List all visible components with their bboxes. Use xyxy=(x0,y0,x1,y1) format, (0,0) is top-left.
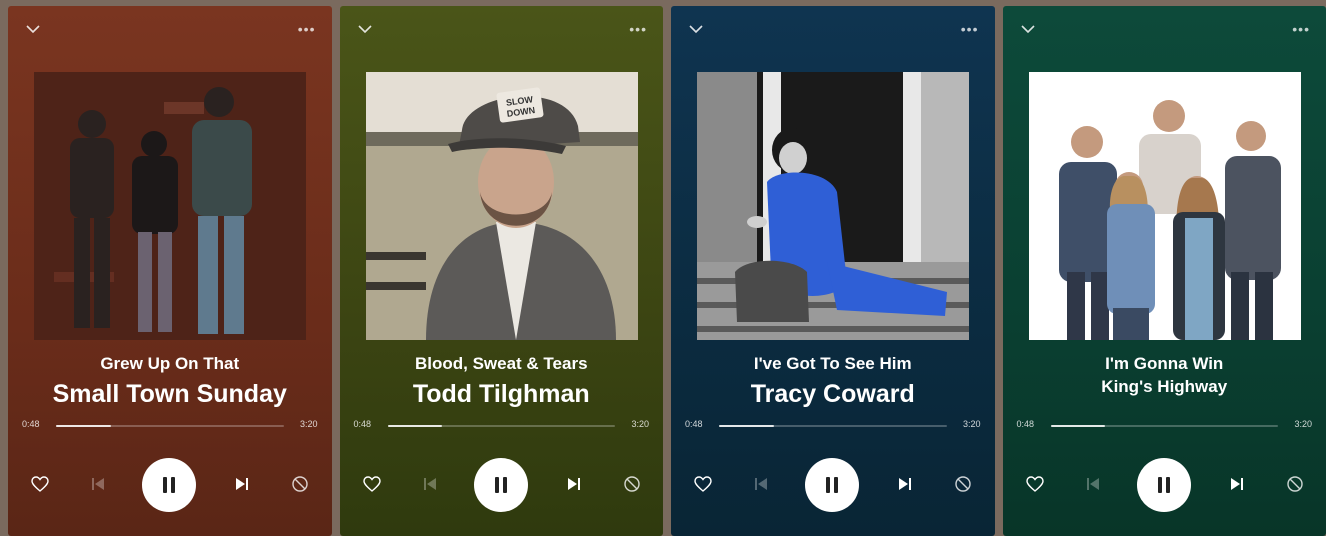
next-icon[interactable] xyxy=(232,474,252,494)
pause-icon-bar xyxy=(834,477,838,493)
progress-fill xyxy=(719,425,774,427)
more-icon[interactable]: ••• xyxy=(629,24,647,34)
heart-icon[interactable] xyxy=(1025,474,1045,494)
playback-controls xyxy=(340,456,664,512)
elapsed-time: 0:48 xyxy=(685,419,703,429)
song-title: Blood, Sweat & Tears xyxy=(340,354,664,374)
more-icon[interactable]: ••• xyxy=(298,24,316,34)
pause-icon-bar xyxy=(503,477,507,493)
pause-button[interactable] xyxy=(142,458,196,512)
artist-name[interactable]: King's Highway xyxy=(1003,377,1326,397)
player-strip: ••• Grew Up xyxy=(0,0,1326,526)
artist-name[interactable]: Tracy Coward xyxy=(671,380,995,409)
pause-icon xyxy=(826,477,830,493)
block-icon[interactable] xyxy=(1285,474,1305,494)
pause-icon xyxy=(495,477,499,493)
progress-fill xyxy=(56,425,111,427)
progress-bar[interactable]: 0:48 3:20 xyxy=(354,419,650,431)
song-title: Grew Up On That xyxy=(8,354,332,374)
progress-fill xyxy=(1051,425,1106,427)
pause-button[interactable] xyxy=(805,458,859,512)
pause-button[interactable] xyxy=(474,458,528,512)
artist-name[interactable]: Small Town Sunday xyxy=(8,380,332,409)
album-art xyxy=(34,72,306,340)
pause-icon xyxy=(1158,477,1162,493)
album-art-image xyxy=(697,72,969,340)
playback-controls xyxy=(8,456,332,512)
player-card: ••• xyxy=(1003,6,1326,536)
block-icon[interactable] xyxy=(622,474,642,494)
progress-track[interactable] xyxy=(56,425,284,427)
album-art xyxy=(1029,72,1301,340)
previous-icon[interactable] xyxy=(751,474,771,494)
pause-icon-bar xyxy=(171,477,175,493)
next-icon[interactable] xyxy=(1227,474,1247,494)
player-card: ••• Grew Up xyxy=(8,6,332,536)
block-icon[interactable] xyxy=(290,474,310,494)
chevron-down-icon[interactable] xyxy=(356,20,374,38)
player-card: ••• SLOW DOWN Blood, Sweat & Tears xyxy=(340,6,664,536)
card-topbar: ••• xyxy=(356,20,648,38)
album-art xyxy=(697,72,969,340)
elapsed-time: 0:48 xyxy=(1017,419,1035,429)
album-art: SLOW DOWN xyxy=(366,72,638,340)
heart-icon[interactable] xyxy=(693,474,713,494)
card-topbar: ••• xyxy=(1019,20,1311,38)
progress-track[interactable] xyxy=(388,425,616,427)
total-time: 3:20 xyxy=(1294,419,1312,429)
more-icon[interactable]: ••• xyxy=(961,24,979,34)
album-art-image: SLOW DOWN xyxy=(366,72,638,340)
previous-icon[interactable] xyxy=(88,474,108,494)
elapsed-time: 0:48 xyxy=(22,419,40,429)
pause-icon-bar xyxy=(1166,477,1170,493)
progress-fill xyxy=(388,425,443,427)
heart-icon[interactable] xyxy=(30,474,50,494)
playback-controls xyxy=(1003,456,1326,512)
playback-controls xyxy=(671,456,995,512)
progress-track[interactable] xyxy=(1051,425,1279,427)
previous-icon[interactable] xyxy=(420,474,440,494)
heart-icon[interactable] xyxy=(362,474,382,494)
album-art-image xyxy=(34,72,306,340)
block-icon[interactable] xyxy=(953,474,973,494)
chevron-down-icon[interactable] xyxy=(1019,20,1037,38)
next-icon[interactable] xyxy=(564,474,584,494)
previous-icon[interactable] xyxy=(1083,474,1103,494)
song-title: I'm Gonna Win xyxy=(1003,354,1326,374)
more-icon[interactable]: ••• xyxy=(1292,24,1310,34)
progress-bar[interactable]: 0:48 3:20 xyxy=(22,419,318,431)
progress-bar[interactable]: 0:48 3:20 xyxy=(1017,419,1313,431)
card-topbar: ••• xyxy=(687,20,979,38)
elapsed-time: 0:48 xyxy=(354,419,372,429)
progress-bar[interactable]: 0:48 3:20 xyxy=(685,419,981,431)
song-title: I've Got To See Him xyxy=(671,354,995,374)
chevron-down-icon[interactable] xyxy=(24,20,42,38)
chevron-down-icon[interactable] xyxy=(687,20,705,38)
total-time: 3:20 xyxy=(631,419,649,429)
card-topbar: ••• xyxy=(24,20,316,38)
total-time: 3:20 xyxy=(963,419,981,429)
artist-name[interactable]: Todd Tilghman xyxy=(340,380,664,409)
player-card: ••• I've Got To See Him xyxy=(671,6,995,536)
pause-button[interactable] xyxy=(1137,458,1191,512)
album-art-image xyxy=(1029,72,1301,340)
next-icon[interactable] xyxy=(895,474,915,494)
total-time: 3:20 xyxy=(300,419,318,429)
progress-track[interactable] xyxy=(719,425,947,427)
pause-icon xyxy=(163,477,167,493)
